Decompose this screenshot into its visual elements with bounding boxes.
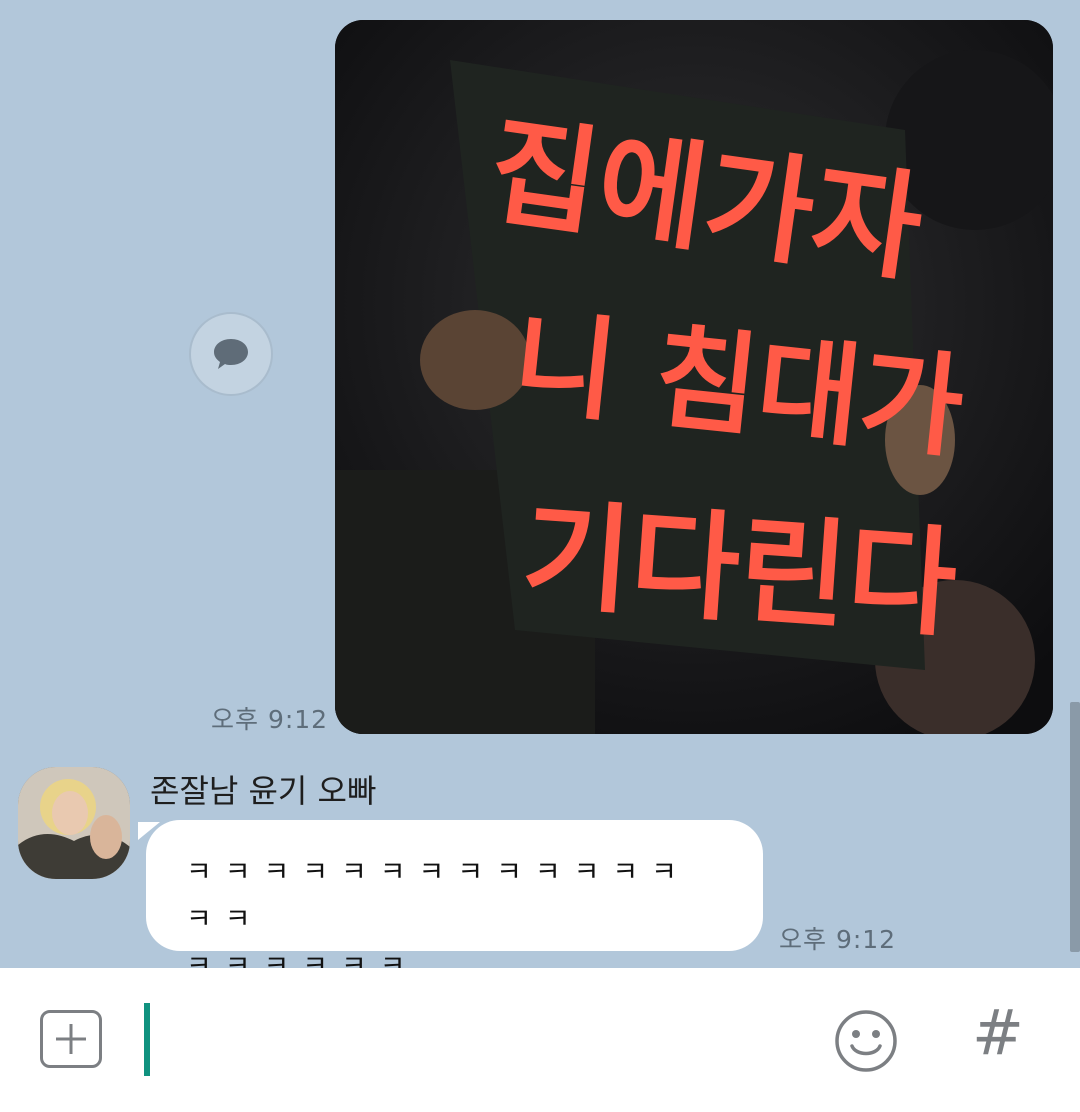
image-message[interactable]: 집에가자 니 침대가 기다린다 xyxy=(335,20,1053,734)
chat-area[interactable]: 집에가자 니 침대가 기다린다 오후 9:12 존잘남 윤기 오빠 ㅋㅋㅋㅋㅋㅋ… xyxy=(0,0,1080,982)
avatar[interactable] xyxy=(18,767,130,879)
scrollbar[interactable] xyxy=(1070,702,1080,952)
emoji-button[interactable] xyxy=(834,1009,898,1073)
sender-name: 존잘남 윤기 오빠 xyxy=(150,772,377,810)
concert-photo: 집에가자 니 침대가 기다린다 xyxy=(335,20,1053,734)
attach-button[interactable] xyxy=(40,1010,102,1068)
message-time: 오후 9:12 xyxy=(779,925,897,954)
message-input[interactable] xyxy=(144,1003,150,1076)
input-bar: # xyxy=(0,968,1080,1112)
message-bubble[interactable]: ㅋㅋㅋㅋㅋㅋㅋㅋㅋㅋㅋㅋㅋㅋㅋ ㅋㅋㅋㅋㅋㅋ xyxy=(146,820,763,982)
share-button[interactable] xyxy=(189,312,273,396)
hash-icon[interactable]: # xyxy=(972,1002,1024,1064)
smiley-icon xyxy=(835,1010,897,1072)
plus-icon xyxy=(56,1024,86,1054)
speech-bubble-icon xyxy=(214,339,248,369)
message-time: 오후 9:12 xyxy=(211,705,329,734)
sign-text: 집에가자 니 침대가 기다린다 xyxy=(481,101,969,653)
